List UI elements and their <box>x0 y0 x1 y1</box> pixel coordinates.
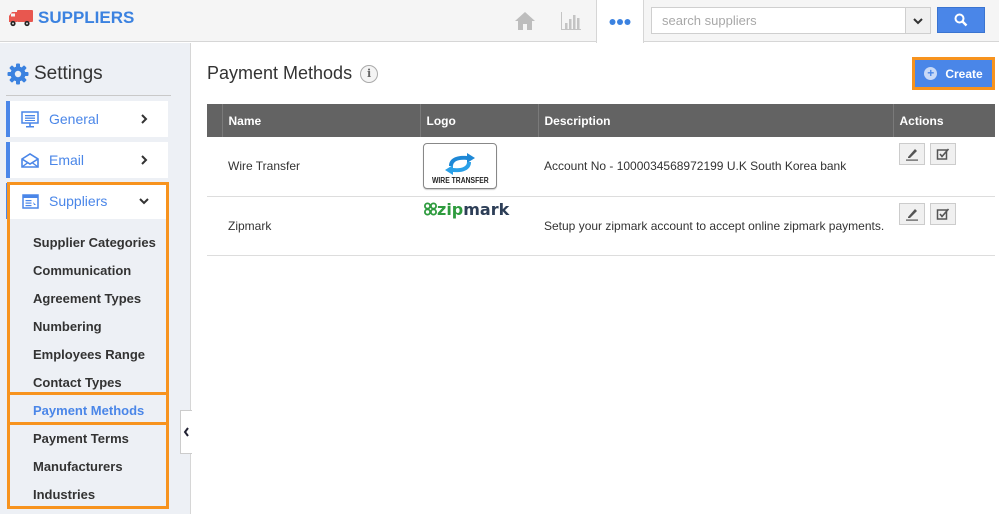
divider <box>6 95 171 96</box>
table-row: Zipmark zip mark Setup your zipmark accou… <box>207 196 995 256</box>
column-header-logo: Logo <box>420 104 539 137</box>
logo-cell: zip mark <box>420 196 538 256</box>
wire-transfer-logo-text: WIRE TRANSFER <box>431 176 489 186</box>
settings-header: Settings <box>7 63 103 85</box>
zipmark-logo-text-zip: zip <box>437 199 464 219</box>
manage-button[interactable] <box>930 202 956 225</box>
name-cell: Wire Transfer <box>222 137 420 197</box>
column-header-name[interactable]: Name <box>222 104 421 137</box>
sidebar-item-label: Suppliers <box>49 193 108 209</box>
actions-cell <box>893 196 995 256</box>
home-button[interactable] <box>510 0 540 42</box>
edit-button[interactable] <box>899 202 925 225</box>
search-input[interactable] <box>652 8 905 33</box>
settings-title: Settings <box>34 63 103 84</box>
edit-button[interactable] <box>899 143 925 165</box>
more-dots-icon <box>609 18 631 25</box>
page-title: Payment Methods i <box>207 63 379 84</box>
sidebar-item-email[interactable]: Email <box>6 142 168 178</box>
wire-transfer-logo: WIRE TRANSFER <box>423 143 497 190</box>
zipmark-emblem-icon <box>424 202 437 216</box>
sidebar-item-general[interactable]: General <box>6 101 168 137</box>
chevron-down-icon <box>913 17 923 24</box>
create-button[interactable]: + Create <box>912 57 995 90</box>
checkbox-edit-icon <box>936 207 950 220</box>
home-icon <box>515 12 535 30</box>
edit-icon <box>906 208 918 221</box>
chevron-right-icon <box>134 114 154 124</box>
info-icon[interactable]: i <box>360 64 379 83</box>
sidebar-item-label: General <box>49 111 99 127</box>
description-cell: Setup your zipmark account to accept onl… <box>538 196 893 256</box>
sidebar-subitem-employees-range[interactable]: Employees Range <box>33 347 145 362</box>
name-cell: Zipmark <box>222 196 420 256</box>
row-select-cell <box>207 137 222 197</box>
truck-icon <box>8 8 34 28</box>
manage-button[interactable] <box>930 143 956 165</box>
more-button[interactable] <box>596 0 644 43</box>
sidebar-subitem-numbering[interactable]: Numbering <box>33 319 102 334</box>
page-title-text: Payment Methods <box>207 63 353 83</box>
sidebar-subitem-payment-terms[interactable]: Payment Terms <box>33 431 129 446</box>
search-dropdown-toggle[interactable] <box>905 8 930 33</box>
table-row: Wire Transfer WIRE TRANSFER Account No -… <box>207 137 995 197</box>
chevron-down-icon <box>134 197 154 205</box>
table-header-row: Name Logo Description Actions <box>207 104 995 137</box>
sidebar-item-suppliers[interactable]: Suppliers <box>6 183 168 219</box>
sidebar-subitem-agreement-types[interactable]: Agreement Types <box>33 291 141 306</box>
payment-methods-table: Name Logo Description Actions Wire Trans… <box>207 104 995 256</box>
description-cell: Account No - 1000034568972199 U.K South … <box>538 137 893 197</box>
collapse-sidebar-button[interactable] <box>180 410 192 454</box>
sidebar-subitem-industries[interactable]: Industries <box>33 487 95 502</box>
envelope-icon <box>20 152 40 168</box>
zipmark-logo-text-mark: mark <box>463 199 510 219</box>
sidebar: Settings General Email Suppliers Supplie… <box>0 43 192 514</box>
sidebar-subitem-supplier-categories[interactable]: Supplier Categories <box>33 235 156 250</box>
chevron-left-icon <box>183 427 189 437</box>
sidebar-subitem-communication[interactable]: Communication <box>33 263 131 278</box>
top-bar: SUPPLIERS <box>0 0 999 43</box>
window-icon <box>20 193 40 209</box>
app-title: SUPPLIERS <box>38 8 135 27</box>
checkbox-edit-icon <box>936 148 950 160</box>
app-brand[interactable]: SUPPLIERS <box>8 8 134 28</box>
bar-chart-icon <box>561 12 581 30</box>
actions-cell <box>893 137 995 197</box>
sidebar-subitem-manufacturers[interactable]: Manufacturers <box>33 459 123 474</box>
transfer-arrows-icon <box>445 153 475 176</box>
sidebar-subitem-contact-types[interactable]: Contact Types <box>33 375 122 390</box>
column-header-select <box>207 104 223 137</box>
plus-circle-icon: + <box>924 67 938 80</box>
sidebar-item-label: Email <box>49 152 85 168</box>
chevron-right-icon <box>134 155 154 165</box>
column-header-description[interactable]: Description <box>538 104 894 137</box>
row-select-cell <box>207 196 222 256</box>
logo-cell: WIRE TRANSFER <box>420 137 538 197</box>
reports-button[interactable] <box>556 0 586 42</box>
main-content: Payment Methods i + Create Name Logo Des… <box>192 43 999 514</box>
search-box <box>651 7 931 34</box>
gear-icon <box>7 63 29 85</box>
edit-icon <box>906 149 918 161</box>
search-icon <box>954 13 968 27</box>
column-header-actions: Actions <box>893 104 995 137</box>
sidebar-subitem-payment-methods[interactable]: Payment Methods <box>33 403 144 418</box>
monitor-icon <box>20 110 40 128</box>
zipmark-logo: zip mark <box>424 200 509 219</box>
create-label: Create <box>945 66 983 81</box>
search-button[interactable] <box>937 7 985 33</box>
